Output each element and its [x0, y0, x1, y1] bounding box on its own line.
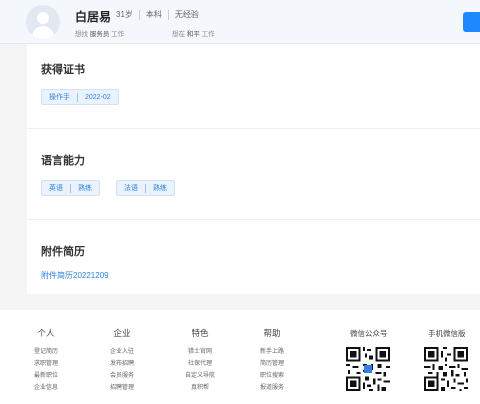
qr-code-wechat-official [346, 347, 390, 391]
footer-col-title: 个人 [37, 328, 55, 338]
footer-col-features: 特色 猎士官网 社保代理 自定义导航 真积帮 [185, 327, 215, 394]
footer-col-title: 企业 [113, 328, 131, 338]
footer-link[interactable]: 招聘管理 [110, 382, 134, 394]
footer-link[interactable]: 职位搜索 [260, 370, 284, 382]
footer-link[interactable]: 登记简历 [34, 346, 58, 358]
footer-col-personal: 个人 登记简历 求职管理 最新职位 企业信息 [34, 327, 58, 394]
footer-col-title: 特色 [191, 328, 209, 338]
footer-col-enterprise: 企业 企业入驻 发布招聘 会员服务 招聘管理 [110, 327, 134, 394]
languages-title: 语言能力 [41, 155, 85, 167]
attachments-title: 附件简历 [41, 246, 85, 258]
certificates-title: 获得证书 [41, 64, 85, 76]
footer-link[interactable]: 真积帮 [185, 382, 215, 394]
qr-title-wechat-official: 微信公众号 [350, 329, 388, 338]
profile-header: 白居易 31岁 本科 无经验 想找 服务员 工作 想在 和平 工作 [0, 0, 480, 44]
qr-code-icon [424, 347, 468, 391]
footer-link[interactable]: 猎士官网 [185, 346, 215, 358]
language-tag-english: 英语 熟练 [41, 180, 100, 196]
divider [27, 128, 480, 129]
desired-location: 想在 和平 工作 [172, 31, 215, 38]
footer-col-title: 帮助 [263, 328, 281, 338]
footer-col-help: 帮助 新手上路 简历管理 职位搜索 报道服务 [260, 327, 284, 394]
candidate-name: 白居易 [75, 10, 112, 24]
resume-panel: 获得证书 操作手 2022-02 语言能力 英语 熟练 法语 熟练 附件简历 附… [27, 44, 480, 294]
divider [27, 219, 480, 220]
qr-title-mobile-wechat: 手机微信版 [428, 329, 466, 338]
qr-code-icon [346, 347, 390, 391]
action-button[interactable] [463, 12, 480, 32]
footer-link[interactable]: 最新职位 [34, 370, 58, 382]
avatar [26, 5, 60, 39]
footer-link[interactable]: 企业入驻 [110, 346, 134, 358]
qr-code-mobile-wechat [424, 347, 468, 391]
footer-link[interactable]: 自定义导航 [185, 370, 215, 382]
footer-link[interactable]: 求职管理 [34, 358, 58, 370]
education: 本科 [138, 10, 168, 20]
footer-link[interactable]: 社保代理 [185, 358, 215, 370]
certificate-tag: 操作手 2022-02 [41, 89, 119, 105]
desired-job: 想找 服务员 工作 [75, 31, 125, 38]
age: 31岁 [116, 10, 133, 19]
attachment-resume-link[interactable]: 附件简历20221209 [41, 270, 109, 281]
candidate-meta: 31岁 本科 无经验 [116, 10, 205, 20]
footer-link[interactable]: 报道服务 [260, 382, 284, 394]
footer-link[interactable]: 企业信息 [34, 382, 58, 394]
experience: 无经验 [167, 10, 205, 20]
site-footer: 个人 登记简历 求职管理 最新职位 企业信息 企业 企业入驻 发布招聘 会员服务… [0, 310, 480, 404]
language-tag-french: 法语 熟练 [116, 180, 175, 196]
footer-link[interactable]: 简历管理 [260, 358, 284, 370]
footer-link[interactable]: 会员服务 [110, 370, 134, 382]
footer-link[interactable]: 发布招聘 [110, 358, 134, 370]
footer-link[interactable]: 新手上路 [260, 346, 284, 358]
